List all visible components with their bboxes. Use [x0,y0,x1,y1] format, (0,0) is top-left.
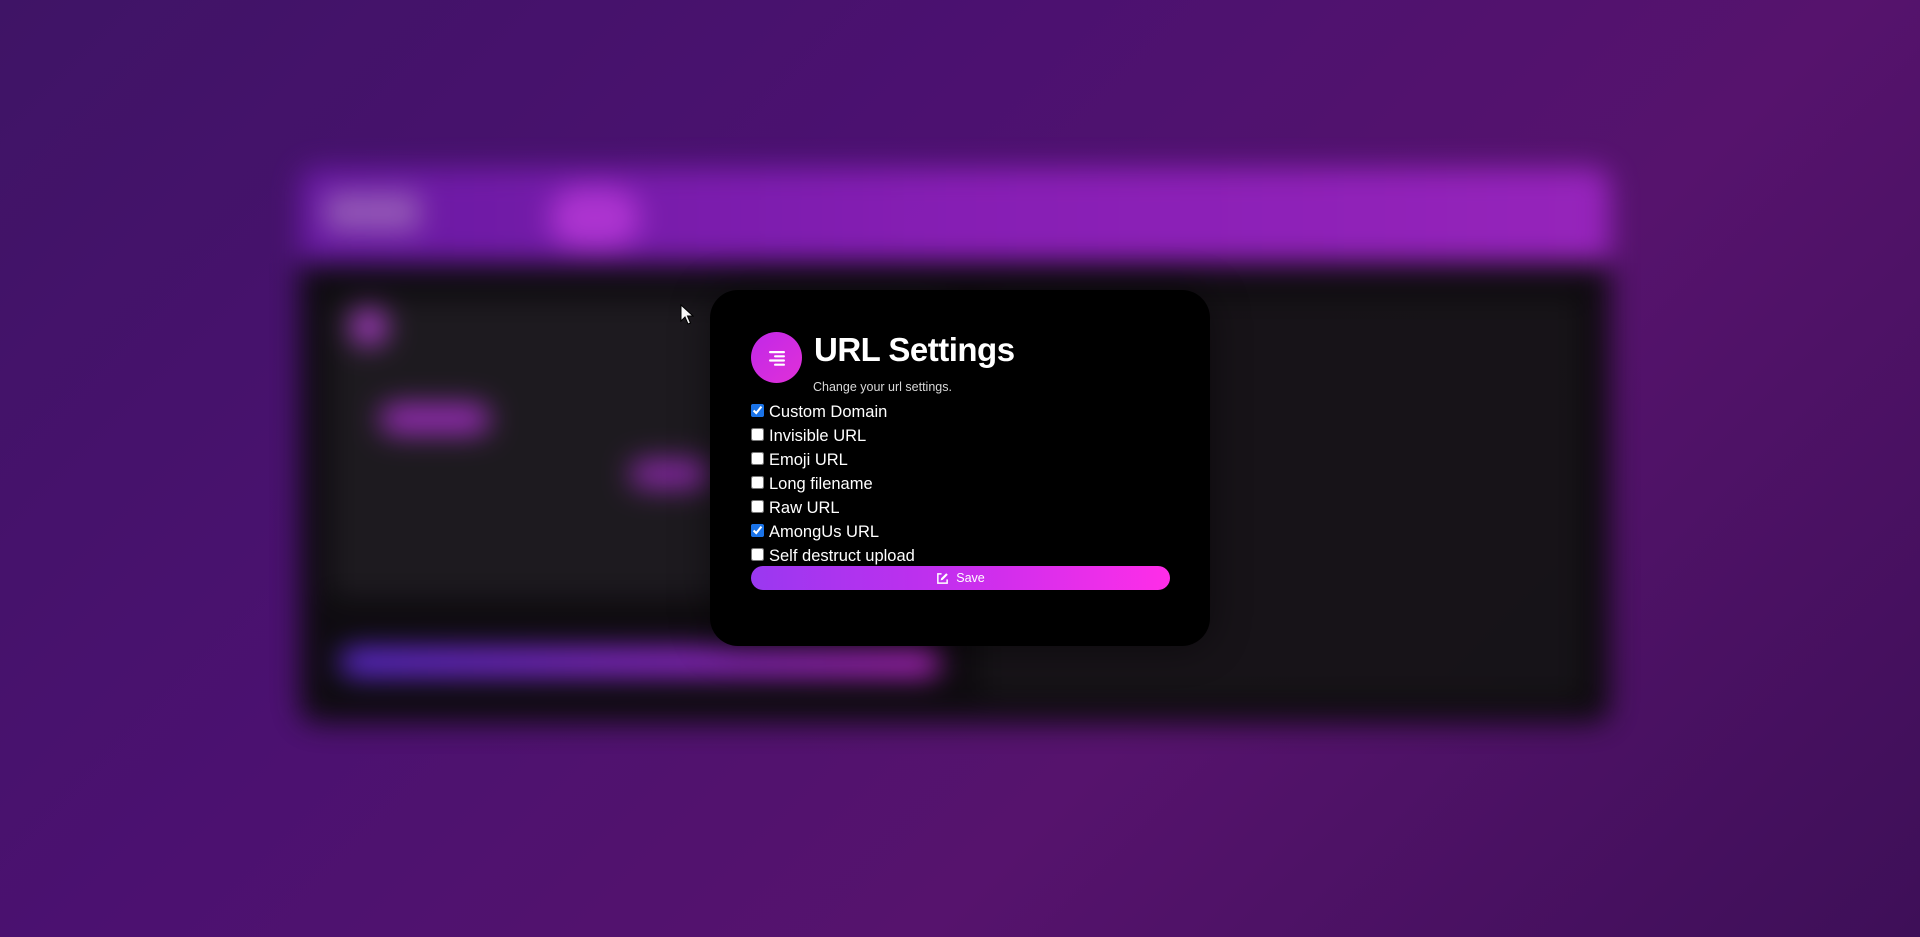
background-avatar [350,308,388,346]
emoji-url-checkbox[interactable] [751,451,764,465]
option-label: AmongUs URL [769,522,880,541]
custom-domain-checkbox[interactable] [751,403,764,417]
option-amongus-url[interactable]: AmongUs URL [751,520,1171,544]
modal-subtitle: Change your url settings. [813,380,952,394]
modal-header: URL Settings [751,330,1015,383]
option-label: Custom Domain [769,402,888,421]
save-button[interactable]: Save [751,566,1170,590]
option-self-destruct-upload[interactable]: Self destruct upload [751,544,1171,568]
long-filename-checkbox[interactable] [751,475,764,489]
option-label: Long filename [769,474,873,493]
option-label: Emoji URL [769,450,848,469]
option-label: Raw URL [769,498,840,517]
background-pill-secondary [630,460,710,488]
invisible-url-checkbox[interactable] [751,427,764,441]
option-long-filename[interactable]: Long filename [751,472,1171,496]
background-logo [325,193,420,231]
background-bar [340,648,940,676]
option-invisible-url[interactable]: Invisible URL [751,424,1171,448]
background-tab [550,188,640,248]
background-pill [380,404,490,434]
option-raw-url[interactable]: Raw URL [751,496,1171,520]
amongus-url-checkbox[interactable] [751,523,764,537]
option-label: Self destruct upload [769,546,915,565]
modal-title: URL Settings [814,331,1015,368]
url-options-list: Custom Domain Invisible URL Emoji URL Lo… [751,400,1171,568]
option-custom-domain[interactable]: Custom Domain [751,400,1171,424]
option-label: Invisible URL [769,426,867,445]
align-right-icon [751,332,802,383]
background-topbar [300,168,1610,263]
save-button-label: Save [956,571,985,585]
edit-icon [936,572,949,585]
self-destruct-upload-checkbox[interactable] [751,547,764,561]
mouse-cursor-icon [680,304,694,325]
option-emoji-url[interactable]: Emoji URL [751,448,1171,472]
raw-url-checkbox[interactable] [751,499,764,513]
url-settings-modal: URL Settings Change your url settings. C… [710,290,1210,646]
